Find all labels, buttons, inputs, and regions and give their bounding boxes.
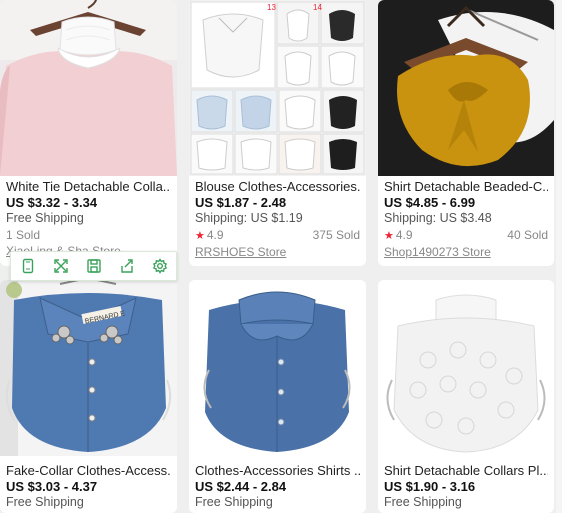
product-title[interactable]: Shirt Detachable Beaded-C...: [384, 178, 548, 195]
product-price: US $3.03 - 4.37: [6, 479, 98, 494]
product-info: Clothes-Accessories Shirts ... US $2.44 …: [189, 462, 366, 511]
product-title[interactable]: Fake-Collar Clothes-Access...: [6, 462, 171, 479]
product-title[interactable]: Shirt Detachable Collars Pl...: [384, 462, 548, 479]
product-image[interactable]: 13 14: [189, 0, 366, 176]
product-card[interactable]: Shirt Detachable Collars Pl... US $1.90 …: [378, 280, 554, 513]
rating: ★ 4.9: [384, 227, 413, 245]
thumb-number: 13: [267, 3, 276, 12]
product-image[interactable]: BERNARD E: [0, 280, 177, 456]
product-image[interactable]: [378, 280, 554, 456]
product-info: Blouse Clothes-Accessories... US $1.87 -…: [189, 178, 366, 260]
store-link[interactable]: Shop1490273 Store: [384, 245, 548, 260]
product-price: US $1.90 - 3.16: [384, 479, 476, 494]
phone-icon[interactable]: [17, 255, 39, 277]
rating-value: 4.9: [395, 228, 413, 242]
product-price: US $1.87 - 2.48: [195, 195, 287, 210]
product-card[interactable]: Clothes-Accessories Shirts ... US $2.44 …: [189, 280, 366, 513]
shipping-info: Shipping: US $3.48: [384, 211, 492, 225]
product-title[interactable]: Clothes-Accessories Shirts ...: [195, 462, 360, 479]
product-image[interactable]: [0, 0, 177, 176]
product-info: Shirt Detachable Beaded-C... US $4.85 - …: [378, 178, 554, 260]
rating: ★ 4.9: [195, 227, 224, 245]
product-price: US $3.32 - 3.34: [6, 195, 98, 210]
sold-row: 1 Sold: [6, 227, 171, 244]
product-title[interactable]: White Tie Detachable Colla...: [6, 178, 171, 195]
product-image[interactable]: [378, 0, 554, 176]
product-card[interactable]: BERNARD E Fake-Collar Clothes-Access... …: [0, 280, 177, 513]
sold-count: 1 Sold: [6, 228, 41, 242]
thumb-number: 14: [313, 3, 322, 12]
product-card[interactable]: 13 14 Blouse Clothes-Accessories... US $…: [189, 0, 366, 266]
sold-count: 40 Sold: [507, 228, 548, 242]
shipping-info: Free Shipping: [195, 495, 273, 509]
product-info: Shirt Detachable Collars Pl... US $1.90 …: [378, 462, 554, 511]
product-title[interactable]: Blouse Clothes-Accessories...: [195, 178, 360, 195]
share-icon[interactable]: [116, 255, 138, 277]
product-card[interactable]: White Tie Detachable Colla... US $3.32 -…: [0, 0, 177, 266]
shipping-info: Free Shipping: [6, 495, 84, 509]
sold-count: 375 Sold: [312, 228, 360, 242]
star-icon: ★: [195, 230, 205, 242]
product-info: Fake-Collar Clothes-Access... US $3.03 -…: [0, 462, 177, 511]
product-price: US $2.44 - 2.84: [195, 479, 287, 494]
product-price: US $4.85 - 6.99: [384, 195, 476, 210]
product-card[interactable]: Shirt Detachable Beaded-C... US $4.85 - …: [378, 0, 554, 266]
shipping-info: Free Shipping: [6, 211, 84, 225]
product-info: White Tie Detachable Colla... US $3.32 -…: [0, 178, 177, 259]
settings-icon[interactable]: [149, 255, 171, 277]
star-icon: ★: [384, 230, 394, 242]
scrollbar-track[interactable]: [556, 0, 562, 513]
save-icon[interactable]: [83, 255, 105, 277]
expand-icon[interactable]: [50, 255, 72, 277]
shipping-info: Shipping: US $1.19: [195, 211, 303, 225]
floating-image-toolbar: [10, 251, 177, 281]
shipping-info: Free Shipping: [384, 495, 462, 509]
rating-row: ★ 4.9 40 Sold: [384, 227, 548, 245]
rating-row: ★ 4.9 375 Sold: [195, 227, 360, 245]
rating-value: 4.9: [206, 228, 224, 242]
product-image[interactable]: [189, 280, 366, 456]
store-link[interactable]: RRSHOES Store: [195, 245, 360, 260]
